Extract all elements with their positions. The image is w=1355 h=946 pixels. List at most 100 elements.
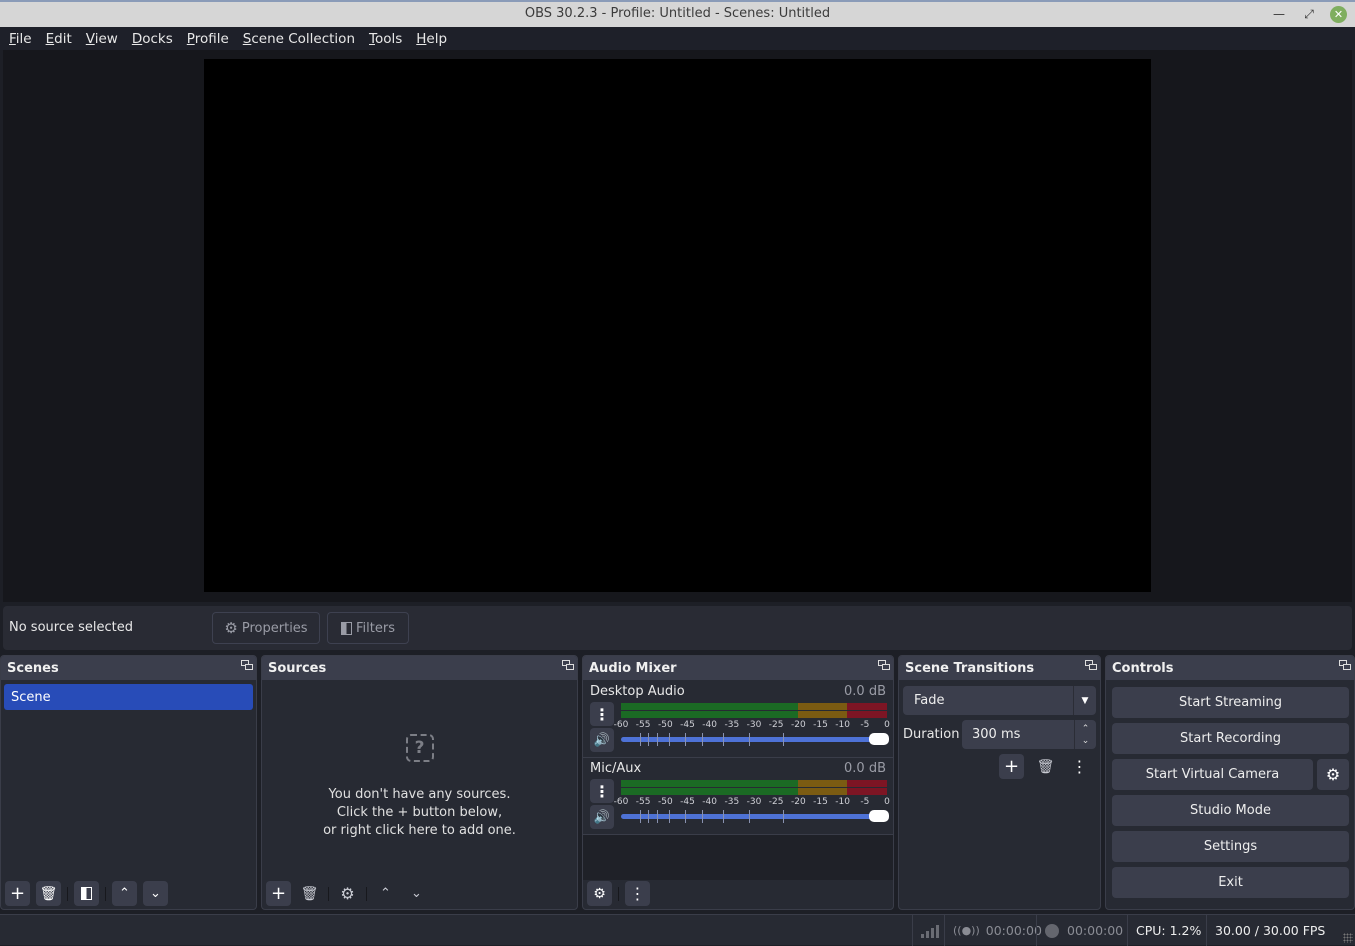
meter-tick-label: -40 (702, 720, 718, 730)
plus-icon: + (270, 883, 287, 904)
scene-filters-button[interactable] (74, 881, 99, 906)
cpu-text: CPU: 1.2% (1136, 923, 1202, 938)
minimize-button[interactable]: — (1270, 5, 1288, 23)
filters-label: Filters (356, 620, 395, 636)
toolbar-separator (618, 886, 619, 901)
menu-view[interactable]: View (86, 31, 118, 47)
meter-bar (621, 788, 887, 795)
kebab-icon: ⋮ (594, 704, 610, 724)
menu-profile[interactable]: Profile (187, 31, 229, 47)
start-streaming-button[interactable]: Start Streaming (1112, 687, 1349, 718)
transitions-toolbar: + 🗑 ⋮ (999, 754, 1092, 779)
duration-label: Duration (903, 727, 960, 742)
meter-tick-label: -40 (702, 797, 718, 807)
undock-icon[interactable] (1085, 660, 1098, 672)
studio-mode-button[interactable]: Studio Mode (1112, 795, 1349, 826)
scenes-toolbar: + 🗑 ⌃ ⌄ (1, 878, 256, 909)
start-virtual-camera-button[interactable]: Start Virtual Camera (1112, 759, 1313, 790)
menu-help[interactable]: Help (416, 31, 447, 47)
channel-menu-button[interactable]: ⋮ (590, 779, 614, 803)
move-scene-up-button[interactable]: ⌃ (112, 881, 137, 906)
volume-slider[interactable] (621, 733, 889, 746)
meter-tick-label: -30 (746, 720, 762, 730)
volume-meter (621, 780, 887, 795)
remove-source-button[interactable]: 🗑 (297, 881, 322, 906)
undock-icon[interactable] (878, 660, 891, 672)
chevron-down-icon[interactable]: ⌄ (1082, 735, 1090, 747)
mixer-channel-mic-aux: Mic/Aux 0.0 dB ⋮ -60 -55 -50 -45 -40 -35 -30 -2… (583, 757, 893, 834)
remove-transition-button[interactable]: 🗑 (1033, 754, 1058, 779)
undock-icon[interactable] (241, 660, 254, 672)
speaker-icon: 🔊 (593, 809, 611, 825)
move-scene-down-button[interactable]: ⌄ (143, 881, 168, 906)
slider-tick (656, 810, 658, 823)
transitions-title: Scene Transitions (905, 660, 1035, 676)
window-title: OBS 30.2.3 - Profile: Untitled - Scenes:… (524, 6, 831, 21)
spin-buttons[interactable]: ⌃ ⌄ (1074, 720, 1096, 749)
advanced-audio-button[interactable]: ⚙ (587, 881, 612, 906)
chevron-up-icon[interactable]: ⌃ (1082, 723, 1090, 735)
channel-level: 0.0 dB (844, 761, 886, 776)
plus-icon: + (1003, 756, 1020, 777)
slider-tick (783, 733, 785, 746)
volume-slider-handle[interactable] (869, 733, 889, 745)
move-source-down-button[interactable]: ⌄ (404, 881, 429, 906)
transition-value: Fade (914, 693, 945, 708)
transition-select[interactable]: Fade ▼ (903, 686, 1096, 715)
record-icon (1045, 923, 1059, 938)
controls-title: Controls (1112, 660, 1174, 676)
meter-tick-label: -10 (835, 797, 851, 807)
channel-menu-button[interactable]: ⋮ (590, 702, 614, 726)
move-source-up-button[interactable]: ⌃ (373, 881, 398, 906)
meter-bar (621, 780, 887, 787)
menu-scene-collection[interactable]: Scene Collection (243, 31, 355, 47)
slider-tick (748, 810, 750, 823)
close-button[interactable]: ✕ (1330, 6, 1347, 23)
add-transition-button[interactable]: + (999, 754, 1024, 779)
preview-canvas[interactable] (204, 59, 1151, 592)
slider-tick (684, 733, 686, 746)
slider-tick (647, 733, 649, 746)
channel-name: Desktop Audio (590, 684, 685, 699)
transition-menu-button[interactable]: ⋮ (1067, 754, 1092, 779)
add-source-button[interactable]: + (266, 881, 291, 906)
menu-docks[interactable]: Docks (132, 31, 173, 47)
trash-icon: 🗑 (1036, 758, 1055, 775)
title-bar: OBS 30.2.3 - Profile: Untitled - Scenes:… (0, 0, 1355, 27)
volume-slider[interactable] (621, 810, 889, 823)
add-scene-button[interactable]: + (5, 881, 30, 906)
mute-button[interactable]: 🔊 (590, 728, 614, 752)
virtual-camera-settings-button[interactable]: ⚙ (1317, 759, 1349, 790)
mixer-menu-button[interactable]: ⋮ (625, 881, 650, 906)
volume-slider-handle[interactable] (869, 810, 889, 822)
meter-segment (798, 788, 848, 795)
exit-button[interactable]: Exit (1112, 867, 1349, 898)
meter-segment (621, 703, 799, 710)
meter-tick-label: -10 (835, 720, 851, 730)
sources-title: Sources (268, 660, 327, 676)
cpu-usage: CPU: 1.2% (1127, 915, 1206, 946)
filters-button[interactable]: Filters (327, 612, 409, 644)
source-context-bar: No source selected ⚙ Properties Filters (3, 606, 1352, 650)
source-properties-button[interactable]: ⚙ (335, 881, 360, 906)
properties-button[interactable]: ⚙ Properties (212, 612, 320, 644)
scene-transitions-dock: Scene Transitions Fade ▼ Duration 300 ms… (898, 655, 1101, 910)
scene-list-item[interactable]: Scene (4, 684, 253, 710)
duration-spinbox[interactable]: 300 ms ⌃ ⌄ (962, 720, 1096, 749)
sources-empty-state[interactable]: ? You don't have any sources. Click the … (262, 734, 577, 840)
undock-icon[interactable] (562, 660, 575, 672)
restore-icon: ⤢ (1304, 6, 1314, 21)
restore-button[interactable]: ⤢ (1300, 5, 1318, 23)
meter-tick-label: -5 (860, 720, 870, 730)
stream-status: ((●)) 00:00:00 (944, 915, 1042, 946)
menu-edit[interactable]: Edit (46, 31, 72, 47)
menu-tools[interactable]: Tools (369, 31, 402, 47)
start-recording-button[interactable]: Start Recording (1112, 723, 1349, 754)
mute-button[interactable]: 🔊 (590, 805, 614, 829)
menu-file[interactable]: File (9, 31, 32, 47)
remove-scene-button[interactable]: 🗑 (36, 881, 61, 906)
slider-tick (702, 733, 704, 746)
resize-grip-icon[interactable] (1343, 933, 1353, 943)
settings-button[interactable]: Settings (1112, 831, 1349, 862)
undock-icon[interactable] (1339, 660, 1352, 672)
